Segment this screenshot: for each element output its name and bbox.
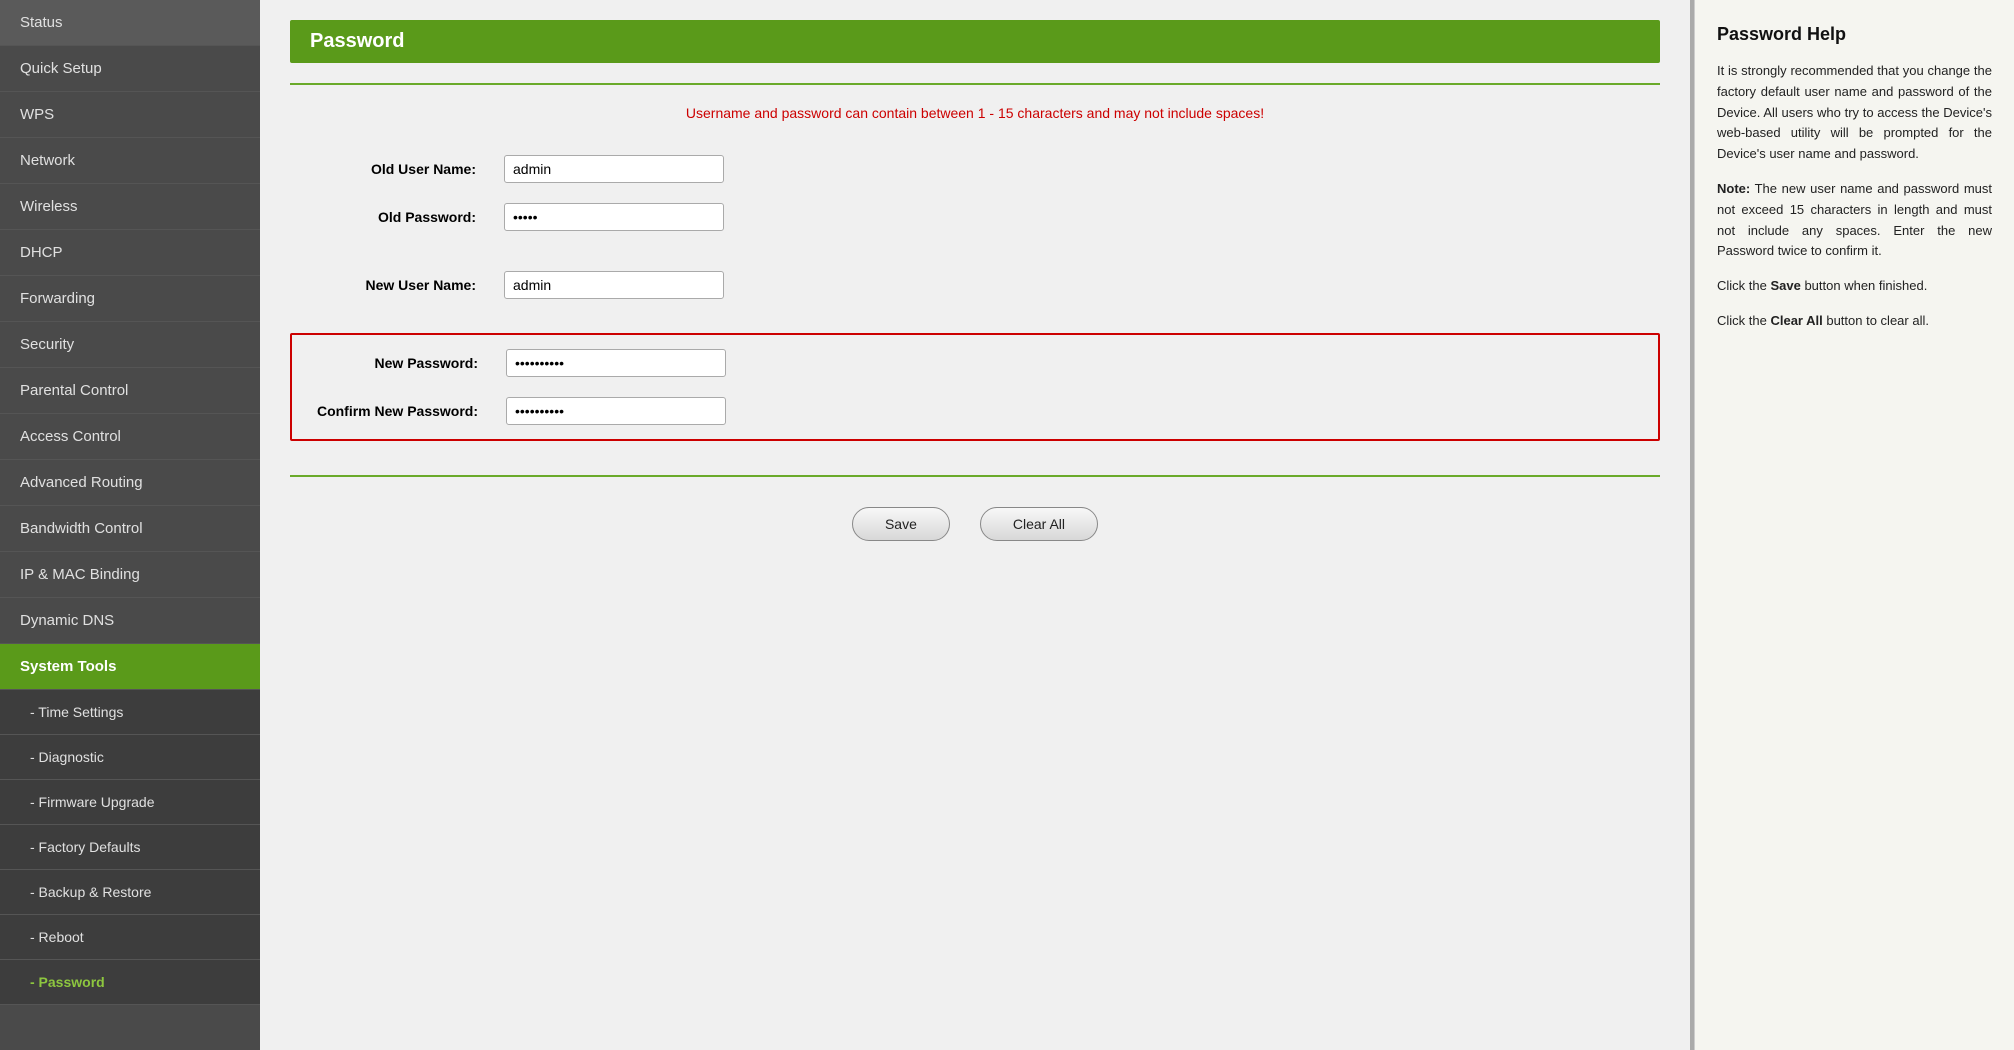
sidebar-item-access-control[interactable]: Access Control bbox=[0, 414, 260, 460]
clear-all-button[interactable]: Clear All bbox=[980, 507, 1098, 541]
sidebar-item-factory-defaults[interactable]: - Factory Defaults bbox=[0, 825, 260, 870]
sidebar-item-status[interactable]: Status bbox=[0, 0, 260, 46]
sidebar-item-dynamic-dns[interactable]: Dynamic DNS bbox=[0, 598, 260, 644]
old-password-label: Old Password: bbox=[290, 193, 490, 241]
sidebar-item-backup-restore[interactable]: - Backup & Restore bbox=[0, 870, 260, 915]
help-paragraphs: It is strongly recommended that you chan… bbox=[1717, 61, 1992, 332]
new-username-cell bbox=[490, 261, 1660, 309]
sidebar-item-quick-setup[interactable]: Quick Setup bbox=[0, 46, 260, 92]
sidebar-item-network[interactable]: Network bbox=[0, 138, 260, 184]
old-username-label: Old User Name: bbox=[290, 145, 490, 193]
save-button[interactable]: Save bbox=[852, 507, 950, 541]
help-paragraph-0: It is strongly recommended that you chan… bbox=[1717, 61, 1992, 165]
new-password-cell bbox=[492, 339, 1658, 387]
sidebar-item-advanced-routing[interactable]: Advanced Routing bbox=[0, 460, 260, 506]
help-paragraph-3: Click the Clear All button to clear all. bbox=[1717, 311, 1992, 332]
new-username-row: New User Name: bbox=[290, 261, 1660, 309]
sidebar-item-time-settings[interactable]: - Time Settings bbox=[0, 690, 260, 735]
old-username-row: Old User Name: bbox=[290, 145, 1660, 193]
confirm-password-label: Confirm New Password: bbox=[292, 387, 492, 435]
sidebar-item-firmware-upgrade[interactable]: - Firmware Upgrade bbox=[0, 780, 260, 825]
confirm-password-cell bbox=[492, 387, 1658, 435]
confirm-password-row: Confirm New Password: bbox=[292, 387, 1658, 435]
bottom-divider bbox=[290, 475, 1660, 477]
new-password-label: New Password: bbox=[292, 339, 492, 387]
sidebar-item-wireless[interactable]: Wireless bbox=[0, 184, 260, 230]
center-panel: Password Username and password can conta… bbox=[260, 0, 1690, 1050]
new-username-input[interactable] bbox=[504, 271, 724, 299]
main-content: Password Username and password can conta… bbox=[260, 0, 2014, 1050]
old-username-cell bbox=[490, 145, 1660, 193]
sidebar-item-reboot[interactable]: - Reboot bbox=[0, 915, 260, 960]
sidebar-item-wps[interactable]: WPS bbox=[0, 92, 260, 138]
new-username-label: New User Name: bbox=[290, 261, 490, 309]
sidebar-item-bandwidth-control[interactable]: Bandwidth Control bbox=[0, 506, 260, 552]
sidebar-item-diagnostic[interactable]: - Diagnostic bbox=[0, 735, 260, 780]
new-password-table: New Password: Confirm New Password: bbox=[292, 339, 1658, 435]
top-divider bbox=[290, 83, 1660, 85]
old-credentials-table: Old User Name: Old Password: bbox=[290, 145, 1660, 241]
old-username-input[interactable] bbox=[504, 155, 724, 183]
sidebar-item-parental-control[interactable]: Parental Control bbox=[0, 368, 260, 414]
password-group: New Password: Confirm New Password: bbox=[290, 333, 1660, 441]
new-password-input[interactable] bbox=[506, 349, 726, 377]
help-paragraph-2: Click the Save button when finished. bbox=[1717, 276, 1992, 297]
help-paragraph-1: Note: The new user name and password mus… bbox=[1717, 179, 1992, 262]
sidebar-item-forwarding[interactable]: Forwarding bbox=[0, 276, 260, 322]
help-title: Password Help bbox=[1717, 24, 1992, 45]
old-password-row: Old Password: bbox=[290, 193, 1660, 241]
old-password-cell bbox=[490, 193, 1660, 241]
old-password-input[interactable] bbox=[504, 203, 724, 231]
new-password-row: New Password: bbox=[292, 339, 1658, 387]
new-username-table: New User Name: bbox=[290, 261, 1660, 309]
page-title: Password bbox=[290, 20, 1660, 63]
sidebar-item-dhcp[interactable]: DHCP bbox=[0, 230, 260, 276]
sidebar-item-ip-mac-binding[interactable]: IP & MAC Binding bbox=[0, 552, 260, 598]
help-panel: Password Help It is strongly recommended… bbox=[1694, 0, 2014, 1050]
buttons-row: Save Clear All bbox=[290, 507, 1660, 541]
confirm-password-input[interactable] bbox=[506, 397, 726, 425]
warning-text: Username and password can contain betwee… bbox=[290, 105, 1660, 121]
sidebar-item-system-tools[interactable]: System Tools bbox=[0, 644, 260, 690]
sidebar-item-password[interactable]: - Password bbox=[0, 960, 260, 1005]
sidebar-item-security[interactable]: Security bbox=[0, 322, 260, 368]
sidebar: StatusQuick SetupWPSNetworkWirelessDHCPF… bbox=[0, 0, 260, 1050]
